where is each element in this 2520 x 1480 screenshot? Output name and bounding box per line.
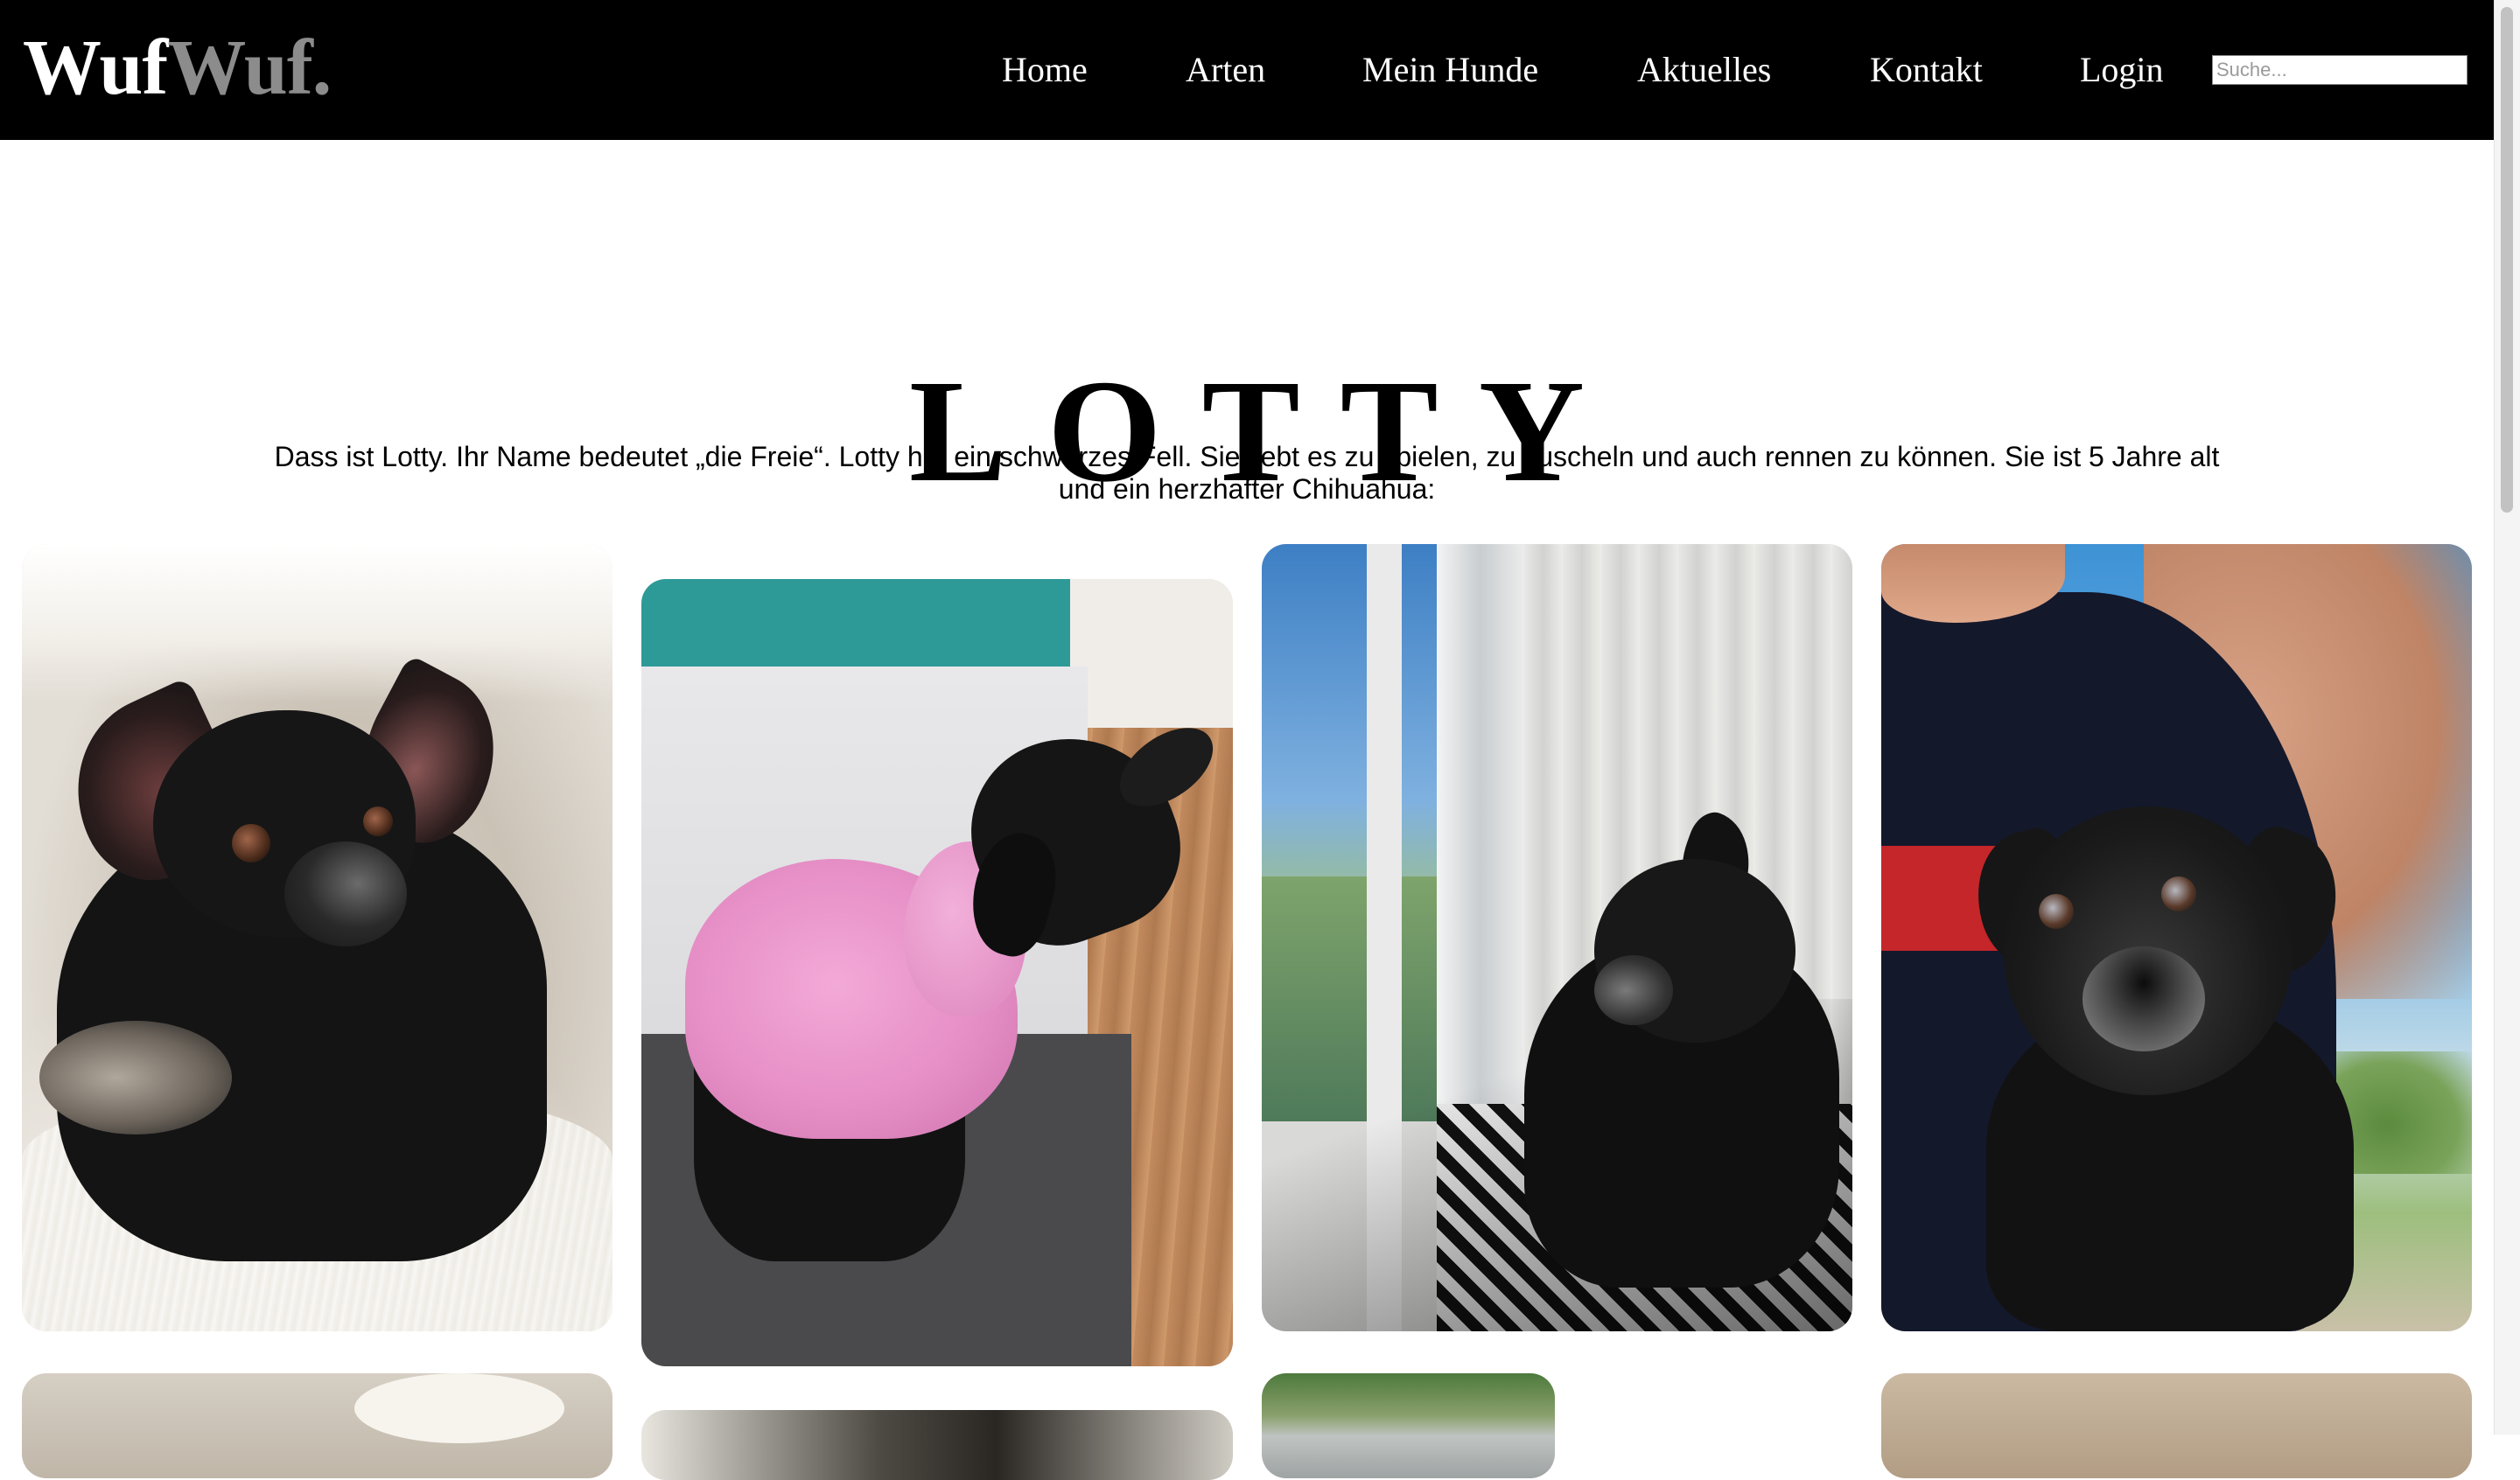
dog-description: Dass ist Lotty. Ihr Name bedeutet „die F…	[274, 441, 2220, 505]
gallery-photo[interactable]	[1262, 1373, 1555, 1478]
gallery-photo-lotty-in-bed[interactable]	[22, 544, 612, 1331]
gallery-photo-lotty-pink-hoodie[interactable]	[641, 579, 1233, 1366]
nav-item-arten[interactable]: Arten	[1186, 45, 1265, 94]
search-input[interactable]	[2212, 55, 2468, 85]
gallery-photo[interactable]	[641, 1410, 1233, 1480]
site-header: WufWuf. Home Arten Mein Hunde Aktuelles …	[0, 0, 2494, 140]
scrollbar-thumb[interactable]	[2501, 7, 2513, 513]
nav-item-aktuelles[interactable]: Aktuelles	[1637, 45, 1771, 94]
gallery-photo-lotty-at-window[interactable]	[1262, 544, 1852, 1331]
gallery-photo[interactable]	[22, 1373, 612, 1478]
nav-item-login[interactable]: Login	[2080, 45, 2164, 94]
page-scrollbar[interactable]	[2494, 0, 2520, 1435]
nav-item-home[interactable]: Home	[1002, 45, 1088, 94]
logo-part-2: Wuf.	[167, 24, 332, 111]
logo-part-1: Wuf	[23, 24, 168, 111]
gallery-photo-lotty-selfie[interactable]	[1881, 544, 2472, 1331]
nav-item-kontakt[interactable]: Kontakt	[1870, 45, 1983, 94]
gallery-photo[interactable]	[1881, 1373, 2472, 1478]
nav-item-mein-hunde[interactable]: Mein Hunde	[1362, 45, 1538, 94]
site-logo[interactable]: WufWuf.	[23, 24, 332, 112]
